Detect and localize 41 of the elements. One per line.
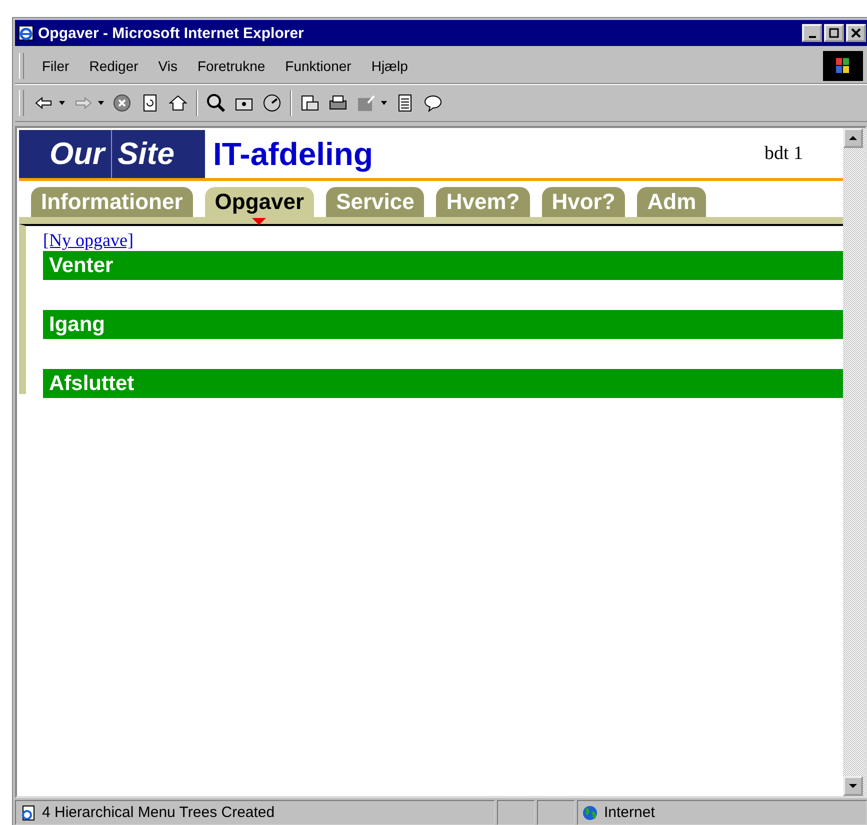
caret-icon[interactable] bbox=[98, 101, 104, 105]
down-arrow-icon bbox=[849, 784, 857, 788]
window-title: Opgaver - Microsoft Internet Explorer bbox=[38, 24, 304, 42]
new-task-link[interactable]: [Ny opgave] bbox=[43, 230, 843, 251]
section-header: Igang bbox=[43, 310, 843, 339]
search-icon[interactable] bbox=[206, 93, 226, 113]
close-icon bbox=[851, 28, 861, 38]
logo-text: Our bbox=[50, 136, 105, 172]
maximize-button[interactable] bbox=[824, 24, 844, 42]
history-icon[interactable] bbox=[262, 93, 282, 113]
status-message: 4 Hierarchical Menu Trees Created bbox=[42, 804, 275, 821]
menu-item[interactable]: Rediger bbox=[81, 58, 150, 74]
minimize-icon bbox=[808, 36, 816, 38]
maximize-icon bbox=[829, 28, 839, 38]
minimize-button[interactable] bbox=[802, 24, 822, 42]
close-button[interactable] bbox=[846, 24, 866, 42]
menu-item[interactable]: Filer bbox=[34, 58, 82, 74]
scrollbar[interactable] bbox=[843, 128, 865, 796]
up-arrow-icon bbox=[849, 136, 857, 140]
browser-icon bbox=[18, 25, 34, 41]
menu-item[interactable]: Vis bbox=[150, 58, 190, 74]
stop-icon[interactable] bbox=[112, 93, 132, 113]
caret-icon[interactable] bbox=[59, 101, 65, 105]
page-icon bbox=[20, 804, 36, 820]
home-icon[interactable] bbox=[168, 93, 188, 113]
chat-icon[interactable] bbox=[423, 93, 443, 113]
page-heading: IT-afdeling bbox=[213, 136, 373, 172]
caret-icon[interactable] bbox=[381, 101, 387, 105]
windows-logo-icon bbox=[823, 51, 863, 81]
globe-icon bbox=[582, 804, 598, 820]
menu-item[interactable]: Foretrukne bbox=[189, 58, 278, 74]
section-header: Afsluttet bbox=[43, 369, 843, 398]
user-name: bdt 1 bbox=[764, 143, 803, 165]
scroll-down-button[interactable] bbox=[843, 776, 863, 796]
menu-item[interactable]: Funktioner bbox=[277, 58, 364, 74]
menu-item[interactable]: Hjælp bbox=[363, 58, 420, 74]
section-header: Venter bbox=[43, 251, 843, 280]
scroll-up-button[interactable] bbox=[843, 128, 863, 148]
triangle-marker-icon bbox=[252, 218, 266, 225]
logo-text: Site bbox=[118, 136, 174, 172]
zone-label: Internet bbox=[604, 804, 655, 821]
